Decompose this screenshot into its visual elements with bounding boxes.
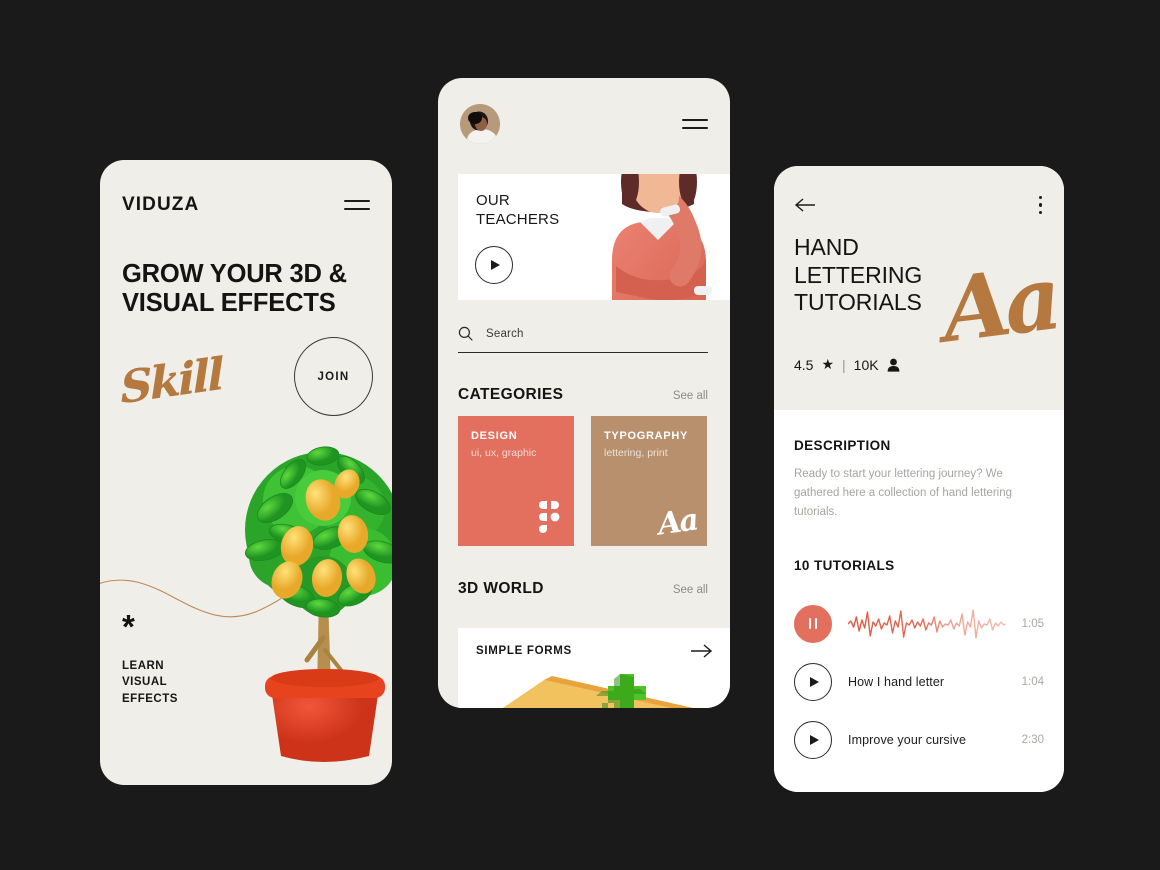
description-text: Ready to start your lettering journey? W… — [794, 468, 1013, 518]
detail-hero: Aa HAND LETTERING TUTORIALS 4.5 ★ | 10K — [774, 166, 1064, 410]
play-button[interactable] — [475, 246, 513, 284]
teachers-title-line-1: OUR — [476, 192, 510, 209]
simple-forms-title: SIMPLE FORMS — [476, 645, 572, 657]
simple-forms-card[interactable]: SIMPLE FORMS — [458, 628, 730, 708]
star-icon: ★ — [821, 356, 835, 372]
search-field[interactable]: Search — [458, 326, 708, 353]
search-icon — [458, 326, 473, 341]
category-card-design[interactable]: DESIGN ui, ux, graphic — [458, 416, 574, 546]
footer-line-3: EFFECTS — [122, 692, 178, 705]
asterisk-icon: * — [122, 608, 135, 645]
tutorial-title: Improve your cursive — [848, 732, 967, 747]
world-title: 3D WORLD — [458, 580, 544, 597]
search-placeholder: Search — [486, 327, 524, 340]
meta-divider: | — [842, 356, 846, 373]
phone-screen-landing: VIDUZA GROW YOUR 3D & VISUAL EFFECTS Ski… — [100, 160, 392, 785]
teachers-card-title: OUR TEACHERS — [476, 191, 559, 229]
detail-meta: 4.5 ★ | 10K — [794, 356, 900, 373]
kebab-menu-icon[interactable] — [1037, 194, 1044, 216]
detail-title-line-2: LETTERING — [794, 261, 923, 288]
category-name: TYPOGRAPHY — [604, 430, 689, 442]
person-icon — [887, 358, 899, 372]
category-sub: ui, ux, graphic — [471, 447, 537, 459]
description-title: DESCRIPTION — [794, 438, 891, 453]
play-button[interactable] — [794, 720, 832, 759]
detail-title: HAND LETTERING TUTORIALS — [794, 234, 969, 317]
hamburger-icon[interactable] — [682, 119, 708, 129]
tutorial-duration: 1:04 — [1021, 675, 1044, 688]
landing-footer: * LEARN VISUAL EFFECTS — [122, 608, 178, 707]
home-header — [460, 104, 708, 144]
arrow-right-icon[interactable] — [691, 643, 713, 659]
simple-forms-illustration — [502, 674, 694, 708]
category-sub: lettering, print — [604, 447, 668, 459]
tutorials-list: 1:05 How I hand letter 1:04 Improve your… — [794, 595, 1044, 769]
categories-section-header: CATEGORIES See all — [458, 386, 708, 404]
brand-logo: VIDUZA — [122, 194, 200, 215]
aa-script-icon: Aa — [656, 502, 700, 543]
phone-screen-detail: Aa HAND LETTERING TUTORIALS 4.5 ★ | 10K … — [774, 166, 1064, 792]
world-section-header: 3D WORLD See all — [458, 580, 708, 598]
detail-title-line-3: TUTORIALS — [794, 289, 922, 316]
teachers-title-line-2: TEACHERS — [476, 211, 560, 229]
categories-title: CATEGORIES — [458, 386, 564, 403]
audio-waveform[interactable] — [848, 607, 1006, 641]
tutorial-row[interactable]: Improve your cursive 2:30 — [794, 711, 1044, 769]
phone-screen-home: OUR TEACHERS Search CATEGORIES See all D… — [438, 78, 730, 708]
play-button[interactable] — [794, 662, 832, 701]
detail-title-line-1: HAND — [794, 234, 859, 260]
rating-value: 4.5 — [794, 356, 814, 373]
hamburger-icon[interactable] — [344, 200, 370, 210]
play-icon — [810, 676, 819, 687]
arrow-left-icon[interactable] — [794, 197, 816, 213]
footer-line-1: LEARN — [122, 660, 165, 673]
categories-see-all[interactable]: See all — [673, 390, 708, 402]
figma-icon — [539, 501, 560, 533]
tutorials-title: 10 TUTORIALS — [794, 557, 895, 573]
play-icon — [810, 734, 819, 745]
category-name: DESIGN — [471, 430, 518, 442]
detail-body: DESCRIPTION Ready to start your letterin… — [774, 410, 1064, 792]
footer-line-2: VISUAL — [122, 676, 168, 689]
tutorial-duration: 1:05 — [1021, 617, 1044, 630]
learners-count: 10K — [853, 356, 879, 373]
landing-script-word: Skill — [119, 348, 223, 415]
play-icon — [491, 260, 500, 270]
landing-footer-text: LEARN VISUAL EFFECTS — [122, 658, 178, 707]
tutorial-row[interactable]: How I hand letter 1:04 — [794, 653, 1044, 711]
world-see-all[interactable]: See all — [673, 584, 708, 596]
tutorial-row-active[interactable]: 1:05 — [794, 595, 1044, 653]
pause-button[interactable] — [794, 604, 832, 643]
landing-headline: GROW YOUR 3D & VISUAL EFFECTS — [122, 260, 347, 317]
avatar[interactable] — [460, 104, 500, 144]
tutorial-duration: 2:30 — [1021, 733, 1044, 746]
pause-icon — [808, 618, 818, 630]
teacher-illustration — [612, 174, 712, 300]
landing-header: VIDUZA — [122, 194, 370, 216]
tutorial-title: How I hand letter — [848, 674, 945, 689]
category-card-typography[interactable]: TYPOGRAPHY lettering, print Aa — [591, 416, 707, 546]
categories-grid: DESIGN ui, ux, graphic TYPOGRAPHY letter… — [458, 416, 707, 546]
lemon-tree-illustration — [244, 446, 392, 762]
teachers-card[interactable]: OUR TEACHERS — [458, 174, 730, 300]
detail-topbar — [794, 194, 1044, 216]
join-button[interactable]: JOIN — [294, 337, 373, 416]
mockup-stage: VIDUZA GROW YOUR 3D & VISUAL EFFECTS Ski… — [0, 0, 1160, 870]
